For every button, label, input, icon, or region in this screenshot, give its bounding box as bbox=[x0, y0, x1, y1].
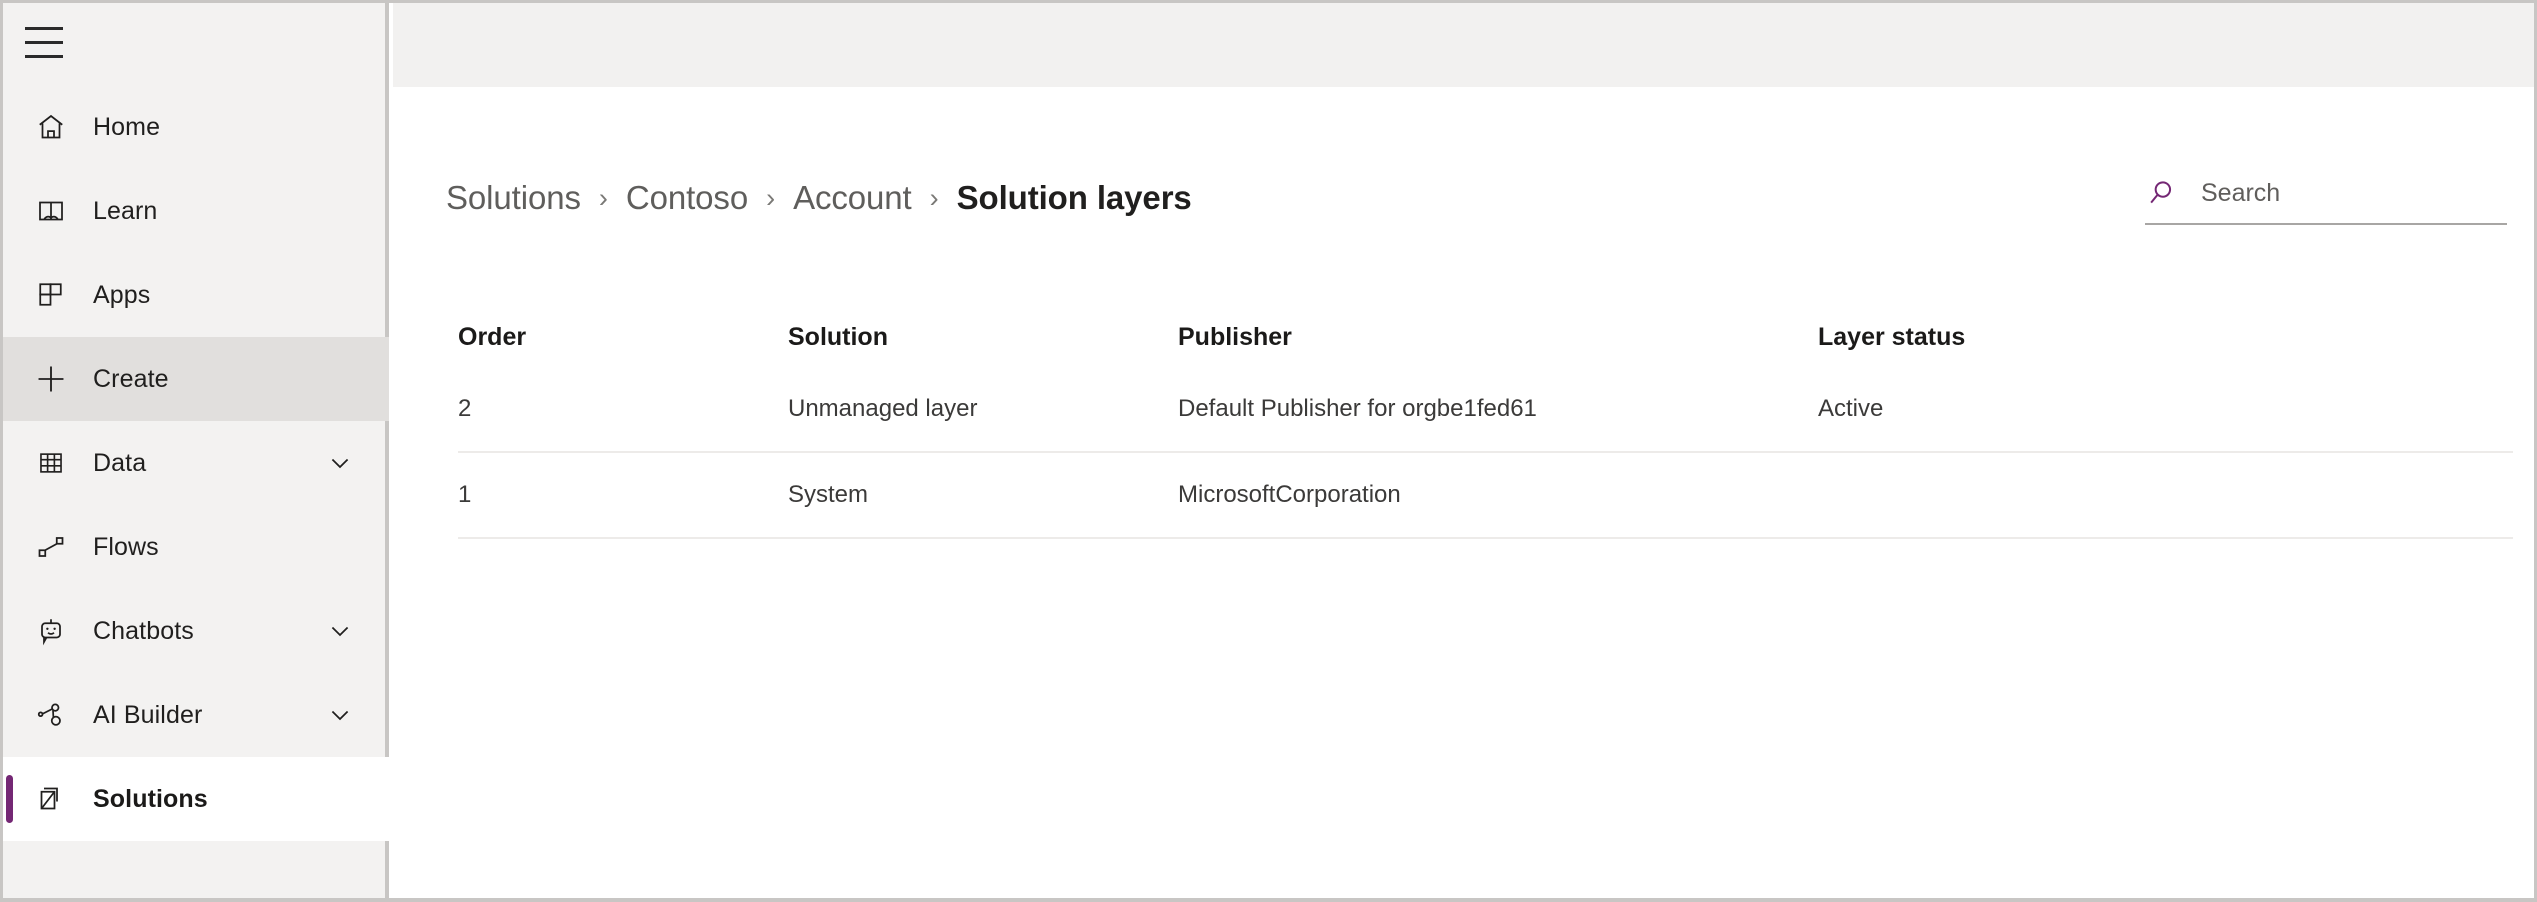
column-header-layer-status[interactable]: Layer status bbox=[1818, 323, 2218, 352]
breadcrumb-item-account[interactable]: Account bbox=[793, 179, 912, 217]
sidebar-item-label: Apps bbox=[93, 281, 150, 310]
sidebar-item-create[interactable]: Create bbox=[3, 337, 389, 421]
sidebar-item-chatbots[interactable]: Chatbots bbox=[3, 589, 389, 673]
selected-indicator-bar bbox=[6, 775, 13, 823]
column-header-publisher[interactable]: Publisher bbox=[1178, 323, 1818, 352]
hamburger-line bbox=[25, 55, 63, 58]
left-navigation-sidebar: Home Learn bbox=[3, 3, 389, 898]
cell-publisher: Default Publisher for orgbe1fed61 bbox=[1178, 395, 1818, 423]
page-header-row: Solutions › Contoso › Account › Solution… bbox=[393, 153, 2534, 243]
solutions-icon bbox=[29, 784, 73, 814]
cell-layer-status: Active bbox=[1818, 395, 2218, 423]
page-content: Solutions › Contoso › Account › Solution… bbox=[393, 87, 2534, 898]
column-header-solution[interactable]: Solution bbox=[788, 323, 1178, 352]
chevron-down-icon[interactable] bbox=[325, 700, 355, 730]
sidebar-item-apps[interactable]: Apps bbox=[3, 253, 389, 337]
apps-grid-icon bbox=[29, 280, 73, 310]
breadcrumb-item-current: Solution layers bbox=[957, 179, 1192, 217]
cell-order: 2 bbox=[458, 395, 788, 423]
sidebar-item-label: Learn bbox=[93, 197, 157, 226]
cell-publisher: MicrosoftCorporation bbox=[1178, 481, 1818, 509]
sidebar-item-label: Solutions bbox=[93, 785, 208, 814]
breadcrumb-separator-icon: › bbox=[599, 185, 608, 212]
table-header-row: Order Solution Publisher Layer status bbox=[458, 307, 2513, 367]
table-row[interactable]: 2 Unmanaged layer Default Publisher for … bbox=[458, 367, 2513, 453]
flow-icon bbox=[29, 532, 73, 562]
cell-order: 1 bbox=[458, 481, 788, 509]
home-icon bbox=[29, 112, 73, 142]
sidebar-item-solutions[interactable]: Solutions bbox=[3, 757, 389, 841]
power-apps-maker-portal: Home Learn bbox=[0, 0, 2537, 902]
sidebar-item-flows[interactable]: Flows bbox=[3, 505, 389, 589]
sidebar-item-label: Home bbox=[93, 113, 160, 142]
sidebar-item-label: Data bbox=[93, 449, 146, 478]
plus-icon bbox=[29, 362, 73, 396]
sidebar-item-ai-builder[interactable]: AI Builder bbox=[3, 673, 389, 757]
breadcrumb-separator-icon: › bbox=[930, 185, 939, 212]
breadcrumb-item-contoso[interactable]: Contoso bbox=[626, 179, 748, 217]
cell-solution: System bbox=[788, 481, 1178, 509]
main-region: Solutions › Contoso › Account › Solution… bbox=[393, 3, 2534, 898]
breadcrumb-separator-icon: › bbox=[766, 185, 775, 212]
ai-nodes-icon bbox=[29, 700, 73, 730]
sidebar-item-label: AI Builder bbox=[93, 701, 202, 730]
solution-layers-table: Order Solution Publisher Layer status 2 … bbox=[458, 307, 2513, 539]
robot-icon bbox=[29, 616, 73, 646]
breadcrumb-item-solutions[interactable]: Solutions bbox=[446, 179, 581, 217]
hamburger-menu-icon[interactable] bbox=[25, 25, 81, 59]
sidebar-item-label: Create bbox=[93, 365, 169, 394]
sidebar-item-list: Home Learn bbox=[3, 85, 389, 841]
chevron-down-icon[interactable] bbox=[325, 448, 355, 478]
book-icon bbox=[29, 196, 73, 226]
sidebar-item-label: Chatbots bbox=[93, 617, 194, 646]
breadcrumb: Solutions › Contoso › Account › Solution… bbox=[446, 153, 1192, 243]
sidebar-item-learn[interactable]: Learn bbox=[3, 169, 389, 253]
search-icon bbox=[2145, 177, 2189, 209]
table-row[interactable]: 1 System MicrosoftCorporation bbox=[458, 453, 2513, 539]
table-icon bbox=[29, 449, 73, 477]
sidebar-item-data[interactable]: Data bbox=[3, 421, 389, 505]
column-header-order[interactable]: Order bbox=[458, 323, 788, 352]
cell-solution: Unmanaged layer bbox=[788, 395, 1178, 423]
hamburger-line bbox=[25, 27, 63, 30]
sidebar-item-label: Flows bbox=[93, 533, 159, 562]
search-box[interactable] bbox=[2145, 163, 2507, 225]
hamburger-line bbox=[25, 41, 63, 44]
top-command-bar bbox=[393, 3, 2534, 87]
search-input[interactable] bbox=[2201, 179, 2501, 208]
chevron-down-icon[interactable] bbox=[325, 616, 355, 646]
sidebar-item-home[interactable]: Home bbox=[3, 85, 389, 169]
